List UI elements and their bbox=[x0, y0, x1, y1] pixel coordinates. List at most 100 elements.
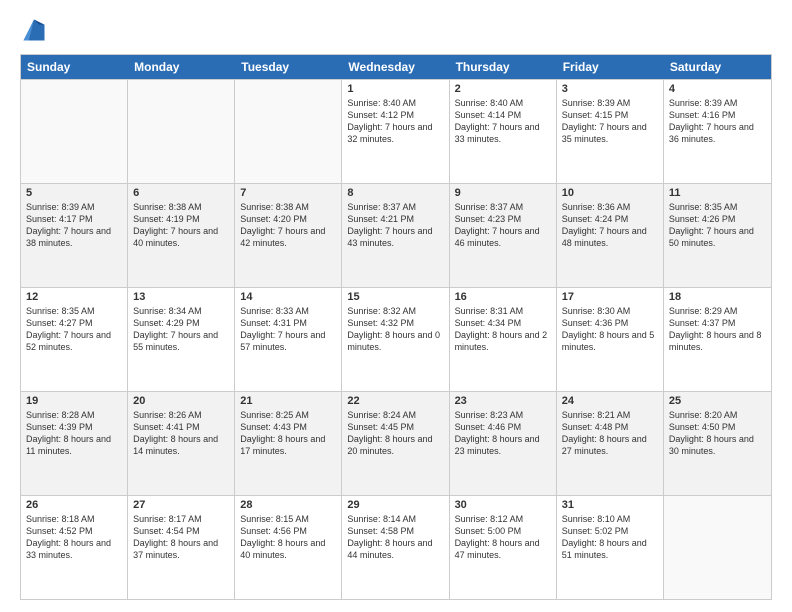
logo bbox=[20, 16, 52, 44]
cell-info: Sunrise: 8:10 AMSunset: 5:02 PMDaylight:… bbox=[562, 513, 658, 562]
cell-info: Sunrise: 8:38 AMSunset: 4:19 PMDaylight:… bbox=[133, 201, 229, 250]
cell-info: Sunrise: 8:28 AMSunset: 4:39 PMDaylight:… bbox=[26, 409, 122, 458]
day-number: 28 bbox=[240, 499, 336, 511]
day-number: 12 bbox=[26, 291, 122, 303]
logo-icon bbox=[20, 16, 48, 44]
calendar-row: 19 Sunrise: 8:28 AMSunset: 4:39 PMDayligh… bbox=[21, 391, 771, 495]
calendar-cell: 14 Sunrise: 8:33 AMSunset: 4:31 PMDayligh… bbox=[235, 288, 342, 391]
day-number: 6 bbox=[133, 187, 229, 199]
cell-info: Sunrise: 8:31 AMSunset: 4:34 PMDaylight:… bbox=[455, 305, 551, 354]
cell-info: Sunrise: 8:36 AMSunset: 4:24 PMDaylight:… bbox=[562, 201, 658, 250]
calendar: SundayMondayTuesdayWednesdayThursdayFrid… bbox=[20, 54, 772, 600]
weekday-header: Monday bbox=[128, 55, 235, 79]
cell-info: Sunrise: 8:18 AMSunset: 4:52 PMDaylight:… bbox=[26, 513, 122, 562]
calendar-cell: 4 Sunrise: 8:39 AMSunset: 4:16 PMDaylight… bbox=[664, 80, 771, 183]
cell-info: Sunrise: 8:39 AMSunset: 4:15 PMDaylight:… bbox=[562, 97, 658, 146]
cell-info: Sunrise: 8:17 AMSunset: 4:54 PMDaylight:… bbox=[133, 513, 229, 562]
day-number: 18 bbox=[669, 291, 766, 303]
day-number: 25 bbox=[669, 395, 766, 407]
day-number: 19 bbox=[26, 395, 122, 407]
day-number: 16 bbox=[455, 291, 551, 303]
calendar-cell: 29 Sunrise: 8:14 AMSunset: 4:58 PMDayligh… bbox=[342, 496, 449, 599]
day-number: 9 bbox=[455, 187, 551, 199]
cell-info: Sunrise: 8:26 AMSunset: 4:41 PMDaylight:… bbox=[133, 409, 229, 458]
day-number: 20 bbox=[133, 395, 229, 407]
calendar-cell: 21Sunrise: 8:25 AMSunset: 4:43 PMDayligh… bbox=[235, 392, 342, 495]
cell-info: Sunrise: 8:30 AMSunset: 4:36 PMDaylight:… bbox=[562, 305, 658, 354]
cell-info: Sunrise: 8:20 AMSunset: 4:50 PMDaylight:… bbox=[669, 409, 766, 458]
cell-info: Sunrise: 8:39 AMSunset: 4:16 PMDaylight:… bbox=[669, 97, 766, 146]
cell-info: Sunrise: 8:37 AMSunset: 4:23 PMDaylight:… bbox=[455, 201, 551, 250]
calendar-cell bbox=[235, 80, 342, 183]
day-number: 22 bbox=[347, 395, 443, 407]
calendar-row: 26 Sunrise: 8:18 AMSunset: 4:52 PMDayligh… bbox=[21, 495, 771, 599]
day-number: 23 bbox=[455, 395, 551, 407]
calendar-cell bbox=[128, 80, 235, 183]
calendar-cell: 30Sunrise: 8:12 AMSunset: 5:00 PMDayligh… bbox=[450, 496, 557, 599]
calendar-cell: 27Sunrise: 8:17 AMSunset: 4:54 PMDayligh… bbox=[128, 496, 235, 599]
calendar-cell: 17Sunrise: 8:30 AMSunset: 4:36 PMDayligh… bbox=[557, 288, 664, 391]
day-number: 24 bbox=[562, 395, 658, 407]
calendar-cell: 22 Sunrise: 8:24 AMSunset: 4:45 PMDayligh… bbox=[342, 392, 449, 495]
cell-info: Sunrise: 8:38 AMSunset: 4:20 PMDaylight:… bbox=[240, 201, 336, 250]
page: SundayMondayTuesdayWednesdayThursdayFrid… bbox=[0, 0, 792, 612]
day-number: 10 bbox=[562, 187, 658, 199]
cell-info: Sunrise: 8:12 AMSunset: 5:00 PMDaylight:… bbox=[455, 513, 551, 562]
calendar-cell: 31Sunrise: 8:10 AMSunset: 5:02 PMDayligh… bbox=[557, 496, 664, 599]
cell-info: Sunrise: 8:29 AMSunset: 4:37 PMDaylight:… bbox=[669, 305, 766, 354]
cell-info: Sunrise: 8:21 AMSunset: 4:48 PMDaylight:… bbox=[562, 409, 658, 458]
calendar-cell: 2Sunrise: 8:40 AMSunset: 4:14 PMDaylight… bbox=[450, 80, 557, 183]
cell-info: Sunrise: 8:40 AMSunset: 4:12 PMDaylight:… bbox=[347, 97, 443, 146]
calendar-cell: 19 Sunrise: 8:28 AMSunset: 4:39 PMDayligh… bbox=[21, 392, 128, 495]
day-number: 1 bbox=[347, 83, 443, 95]
calendar-cell: 18 Sunrise: 8:29 AMSunset: 4:37 PMDayligh… bbox=[664, 288, 771, 391]
calendar-cell: 1 Sunrise: 8:40 AMSunset: 4:12 PMDaylight… bbox=[342, 80, 449, 183]
calendar-cell: 20 Sunrise: 8:26 AMSunset: 4:41 PMDayligh… bbox=[128, 392, 235, 495]
calendar-cell: 7 Sunrise: 8:38 AMSunset: 4:20 PMDaylight… bbox=[235, 184, 342, 287]
day-number: 5 bbox=[26, 187, 122, 199]
cell-info: Sunrise: 8:35 AMSunset: 4:27 PMDaylight:… bbox=[26, 305, 122, 354]
day-number: 13 bbox=[133, 291, 229, 303]
calendar-header: SundayMondayTuesdayWednesdayThursdayFrid… bbox=[21, 55, 771, 79]
cell-info: Sunrise: 8:37 AMSunset: 4:21 PMDaylight:… bbox=[347, 201, 443, 250]
cell-info: Sunrise: 8:24 AMSunset: 4:45 PMDaylight:… bbox=[347, 409, 443, 458]
calendar-cell: 25 Sunrise: 8:20 AMSunset: 4:50 PMDayligh… bbox=[664, 392, 771, 495]
day-number: 4 bbox=[669, 83, 766, 95]
weekday-header: Tuesday bbox=[235, 55, 342, 79]
calendar-row: 1 Sunrise: 8:40 AMSunset: 4:12 PMDaylight… bbox=[21, 79, 771, 183]
calendar-cell bbox=[21, 80, 128, 183]
weekday-header: Sunday bbox=[21, 55, 128, 79]
weekday-header: Thursday bbox=[450, 55, 557, 79]
day-number: 29 bbox=[347, 499, 443, 511]
cell-info: Sunrise: 8:34 AMSunset: 4:29 PMDaylight:… bbox=[133, 305, 229, 354]
calendar-cell: 10 Sunrise: 8:36 AMSunset: 4:24 PMDayligh… bbox=[557, 184, 664, 287]
calendar-cell: 24 Sunrise: 8:21 AMSunset: 4:48 PMDayligh… bbox=[557, 392, 664, 495]
day-number: 8 bbox=[347, 187, 443, 199]
cell-info: Sunrise: 8:39 AMSunset: 4:17 PMDaylight:… bbox=[26, 201, 122, 250]
day-number: 3 bbox=[562, 83, 658, 95]
calendar-cell: 5 Sunrise: 8:39 AMSunset: 4:17 PMDaylight… bbox=[21, 184, 128, 287]
calendar-cell: 13 Sunrise: 8:34 AMSunset: 4:29 PMDayligh… bbox=[128, 288, 235, 391]
cell-info: Sunrise: 8:33 AMSunset: 4:31 PMDaylight:… bbox=[240, 305, 336, 354]
cell-info: Sunrise: 8:40 AMSunset: 4:14 PMDaylight:… bbox=[455, 97, 551, 146]
weekday-header: Wednesday bbox=[342, 55, 449, 79]
calendar-cell: 26 Sunrise: 8:18 AMSunset: 4:52 PMDayligh… bbox=[21, 496, 128, 599]
day-number: 15 bbox=[347, 291, 443, 303]
calendar-cell: 6 Sunrise: 8:38 AMSunset: 4:19 PMDaylight… bbox=[128, 184, 235, 287]
weekday-header: Friday bbox=[557, 55, 664, 79]
cell-info: Sunrise: 8:23 AMSunset: 4:46 PMDaylight:… bbox=[455, 409, 551, 458]
day-number: 14 bbox=[240, 291, 336, 303]
calendar-cell: 16 Sunrise: 8:31 AMSunset: 4:34 PMDayligh… bbox=[450, 288, 557, 391]
cell-info: Sunrise: 8:32 AMSunset: 4:32 PMDaylight:… bbox=[347, 305, 443, 354]
calendar-body: 1 Sunrise: 8:40 AMSunset: 4:12 PMDaylight… bbox=[21, 79, 771, 599]
cell-info: Sunrise: 8:14 AMSunset: 4:58 PMDaylight:… bbox=[347, 513, 443, 562]
calendar-row: 5 Sunrise: 8:39 AMSunset: 4:17 PMDaylight… bbox=[21, 183, 771, 287]
calendar-row: 12 Sunrise: 8:35 AMSunset: 4:27 PMDayligh… bbox=[21, 287, 771, 391]
day-number: 26 bbox=[26, 499, 122, 511]
cell-info: Sunrise: 8:15 AMSunset: 4:56 PMDaylight:… bbox=[240, 513, 336, 562]
calendar-cell: 15 Sunrise: 8:32 AMSunset: 4:32 PMDayligh… bbox=[342, 288, 449, 391]
calendar-cell: 23 Sunrise: 8:23 AMSunset: 4:46 PMDayligh… bbox=[450, 392, 557, 495]
day-number: 7 bbox=[240, 187, 336, 199]
calendar-cell bbox=[664, 496, 771, 599]
calendar-cell: 28 Sunrise: 8:15 AMSunset: 4:56 PMDayligh… bbox=[235, 496, 342, 599]
